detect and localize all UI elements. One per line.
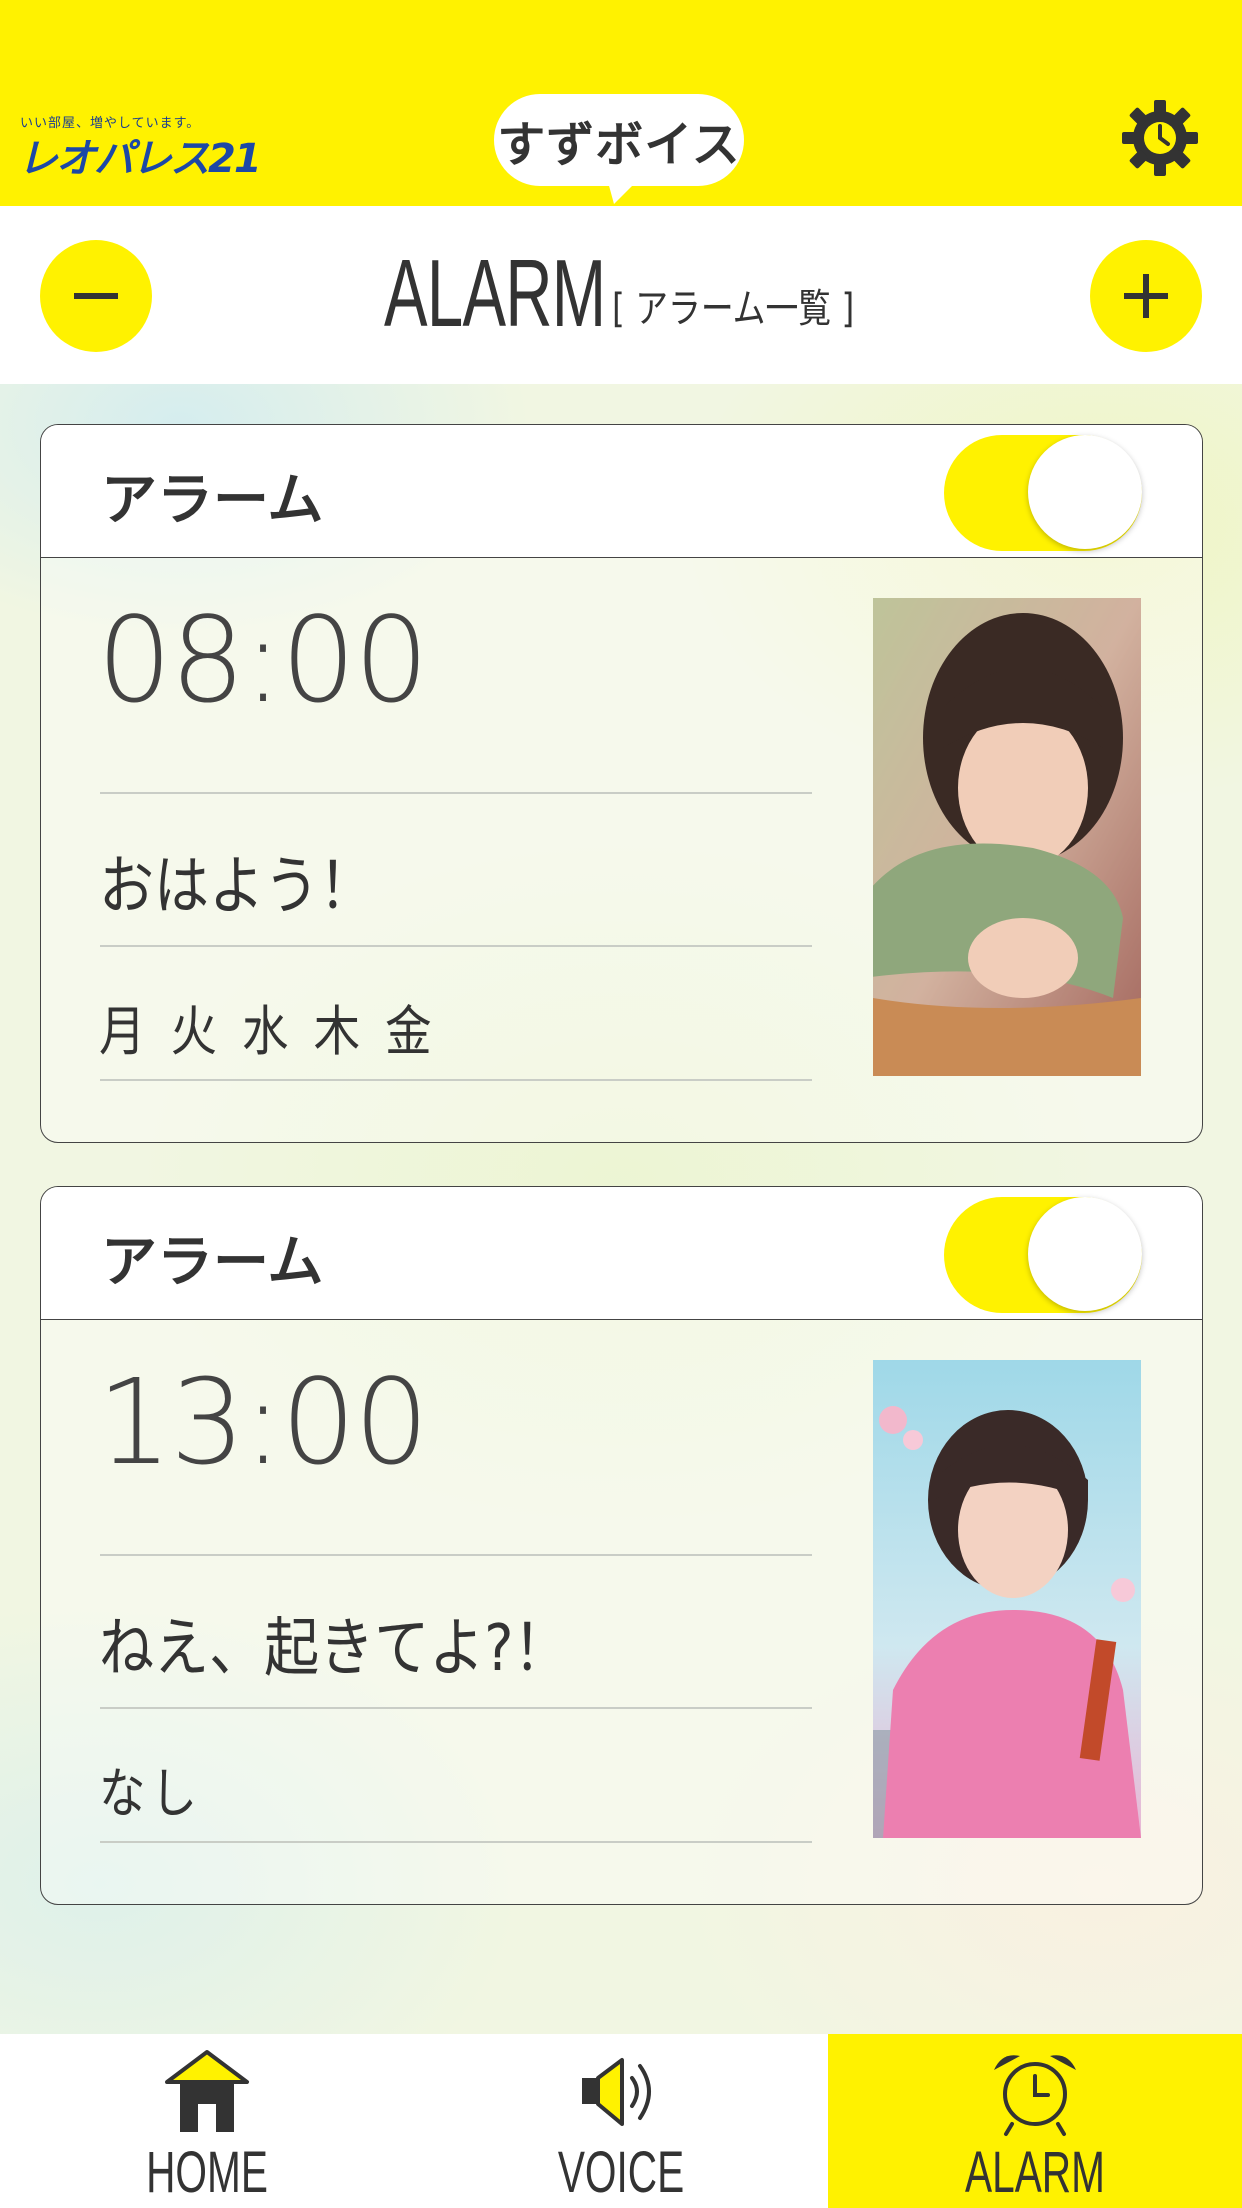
nav-alarm[interactable]: ALARM <box>828 2034 1242 2208</box>
character-photo <box>873 1360 1141 1838</box>
toggle-knob <box>1028 1197 1142 1311</box>
gear-icon <box>1122 100 1198 176</box>
alarm-enabled-toggle[interactable] <box>944 1197 1142 1313</box>
divider <box>100 792 812 794</box>
nav-home-label: HOME <box>146 2140 268 2205</box>
speaker-icon <box>582 2058 651 2126</box>
divider <box>100 1079 812 1081</box>
alarm-repeat-days: なし <box>99 1762 203 1825</box>
nav-voice-label: VOICE <box>557 2140 685 2205</box>
alarm-label: アラーム <box>101 1230 324 1295</box>
logo-wordmark-number: 21 <box>208 136 262 182</box>
add-alarm-button[interactable] <box>1090 240 1202 352</box>
logo-wordmark-text: レオパレス <box>18 136 210 182</box>
minus-icon <box>74 293 118 299</box>
nav-alarm-label: ALARM <box>965 2140 1105 2205</box>
divider <box>100 1707 812 1709</box>
page-title: ALARM <box>384 240 606 347</box>
divider <box>100 1554 812 1556</box>
divider <box>100 945 812 947</box>
alarm-list: アラーム 08:00 おはよう！ 月 火 水 木 金 アラーム 13:00 ねえ… <box>0 384 1242 2034</box>
alarm-card-header: アラーム <box>41 425 1202 558</box>
alarm-message: おはよう！ <box>99 850 375 924</box>
divider <box>100 1841 812 1843</box>
brand-speech-bubble: すずボイス <box>494 94 744 186</box>
alarm-label: アラーム <box>101 468 324 533</box>
character-photo <box>873 598 1141 1076</box>
alarm-clock-icon <box>994 2055 1076 2136</box>
app-header: いい部屋、増やしています。 レオパレス21 すずボイス <box>0 0 1242 206</box>
leopalace-logo: いい部屋、増やしています。 レオパレス21 <box>18 112 262 182</box>
logo-wordmark: レオパレス21 <box>18 126 262 184</box>
alarm-enabled-toggle[interactable] <box>944 435 1142 551</box>
alarm-message: ねえ、起きてよ?！ <box>99 1612 569 1686</box>
bottom-navigation: HOME VOICE ALARM <box>0 2034 1242 2208</box>
alarm-card[interactable]: アラーム 08:00 おはよう！ 月 火 水 木 金 <box>40 424 1203 1143</box>
alarm-card[interactable]: アラーム 13:00 ねえ、起きてよ?！ なし <box>40 1186 1203 1905</box>
title-bar: ALARM [ アラーム一覧 ] <box>0 206 1242 384</box>
brand-name: すずボイス <box>497 117 741 173</box>
alarm-time: 13:00 <box>97 1353 429 1491</box>
nav-voice[interactable]: VOICE <box>414 2034 828 2208</box>
toggle-knob <box>1028 435 1142 549</box>
remove-alarm-button[interactable] <box>40 240 152 352</box>
settings-button[interactable] <box>1118 96 1202 180</box>
nav-home[interactable]: HOME <box>0 2034 414 2208</box>
alarm-repeat-days: 月 火 水 木 金 <box>99 1000 437 1063</box>
home-icon <box>165 2050 249 2132</box>
page-subtitle: [ アラーム一覧 ] <box>612 286 855 332</box>
alarm-time: 08:00 <box>97 591 429 729</box>
alarm-card-header: アラーム <box>41 1187 1202 1320</box>
plus-icon <box>1124 274 1168 318</box>
